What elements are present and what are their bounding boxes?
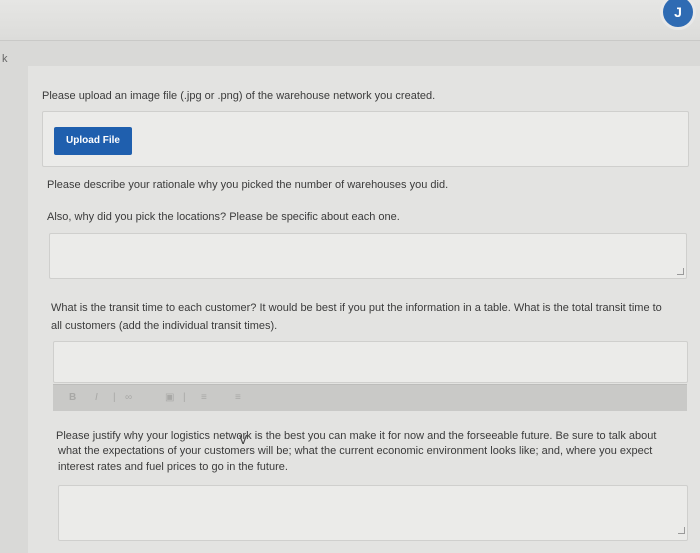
upload-question-text: Please upload an image file (.jpg or .pn…	[42, 90, 436, 102]
transit-answer-input[interactable]	[53, 341, 688, 383]
rationale-question-text: Please describe your rationale why you p…	[47, 179, 449, 191]
rich-text-toolbar: B I | ∞ ▣ | ≡ ≡	[53, 384, 687, 411]
justify-question-line2: what the expectations of your customers …	[58, 445, 653, 457]
top-bar: J	[0, 0, 700, 41]
numbered-list-icon[interactable]: ≡	[235, 392, 241, 403]
transit-question-line2: all customers (add the individual transi…	[51, 320, 278, 332]
upload-file-button[interactable]: Upload File	[54, 127, 132, 155]
justify-question-line1: Please justify why your logistics networ…	[56, 430, 657, 442]
link-icon[interactable]: ∞	[125, 392, 132, 403]
italic-button[interactable]: I	[95, 392, 98, 403]
side-marker: k	[2, 53, 8, 65]
bold-button[interactable]: B	[69, 392, 76, 403]
avatar-icon[interactable]: J	[660, 0, 696, 30]
resize-handle-icon[interactable]	[677, 268, 684, 275]
upload-area	[42, 111, 689, 167]
resize-handle-icon-2[interactable]	[678, 527, 685, 534]
toolbar-separator-2: |	[183, 392, 186, 403]
text-cursor-icon: Ⅴ	[239, 433, 248, 447]
justify-question-line3: interest rates and fuel prices to go in …	[58, 461, 288, 473]
toolbar-separator: |	[113, 392, 116, 403]
rationale-answer-textarea[interactable]	[49, 233, 687, 279]
bulleted-list-icon[interactable]: ≡	[201, 392, 207, 403]
justify-answer-textarea[interactable]	[58, 485, 688, 541]
locations-question-text: Also, why did you pick the locations? Pl…	[47, 211, 400, 223]
image-icon[interactable]: ▣	[165, 392, 174, 403]
transit-question-line1: What is the transit time to each custome…	[51, 302, 662, 314]
